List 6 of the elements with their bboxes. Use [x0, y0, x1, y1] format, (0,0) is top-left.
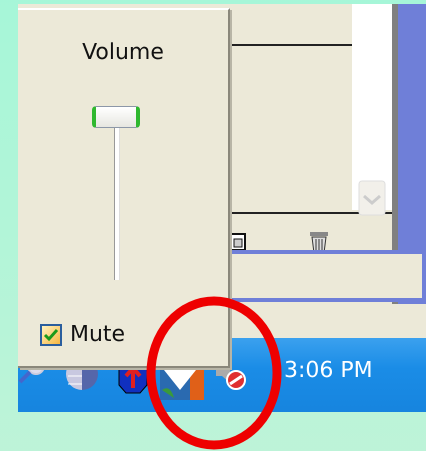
- volume-title: Volume: [81, 40, 165, 65]
- clock[interactable]: 3:06 PM: [284, 358, 373, 383]
- volume-slider[interactable]: [92, 106, 140, 280]
- slider-thumb[interactable]: [92, 106, 140, 128]
- mute-label: Mute: [70, 322, 126, 347]
- mute-checkbox[interactable]: [40, 324, 62, 346]
